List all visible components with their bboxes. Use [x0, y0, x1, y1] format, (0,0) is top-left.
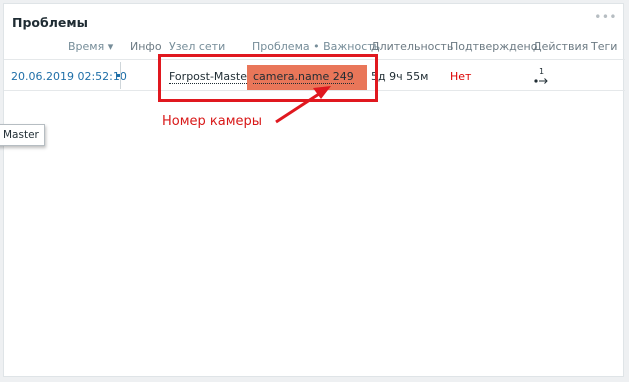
- column-header-problem[interactable]: Проблема • Важность: [252, 40, 380, 54]
- ellipsis-icon[interactable]: •••: [594, 11, 617, 23]
- header-divider: [4, 59, 625, 60]
- column-header-info: Инфо: [130, 40, 162, 53]
- row-host[interactable]: Forpost-Master: [169, 70, 252, 84]
- host-tooltip: Master: [0, 124, 45, 146]
- column-header-actions: Действия: [533, 40, 589, 53]
- column-header-ack: Подтверждено: [450, 40, 538, 53]
- widget-title: Проблемы: [12, 15, 88, 30]
- row-time-link[interactable]: 20.06.2019 02:52:10: [11, 70, 127, 84]
- annotation-label: Номер камеры: [162, 114, 263, 129]
- column-header-host[interactable]: Узел сети: [169, 40, 225, 54]
- column-header-duration: Длительность: [371, 40, 454, 53]
- time-link-text[interactable]: 20.06.2019 02:52:10: [11, 70, 127, 83]
- row-divider: [4, 90, 625, 91]
- problem-name-link[interactable]: camera.name 249: [253, 70, 354, 84]
- row-time-separator: [120, 62, 121, 89]
- row-ack[interactable]: Нет: [450, 70, 471, 84]
- column-header-tags: Теги: [591, 40, 618, 53]
- ack-status-link[interactable]: Нет: [450, 70, 471, 83]
- host-link[interactable]: Forpost-Master: [169, 70, 252, 84]
- actions-count: 1: [539, 67, 545, 76]
- actions-arrow-icon[interactable]: 1: [534, 67, 550, 87]
- row-duration: 5д 9ч 55м: [371, 70, 429, 83]
- column-header-time[interactable]: Время ▾: [68, 40, 113, 54]
- problem-severity-cell[interactable]: camera.name 249: [247, 65, 367, 90]
